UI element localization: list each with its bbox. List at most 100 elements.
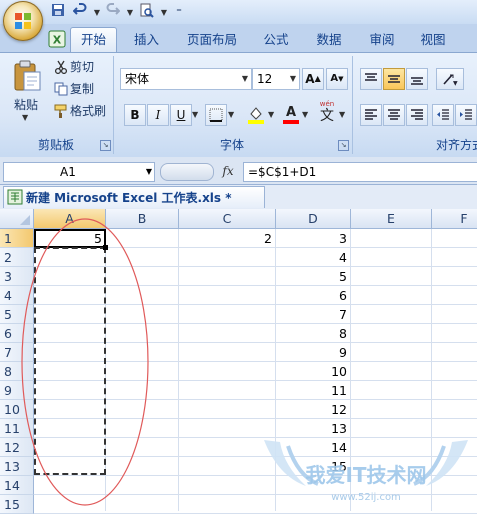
cell-d9[interactable]: 11 xyxy=(276,381,351,400)
decrease-indent-button[interactable] xyxy=(432,104,454,126)
font-group-label: 字体 xyxy=(219,138,244,152)
insert-function-button[interactable]: fx xyxy=(217,161,239,181)
formula-bar-splitter[interactable] xyxy=(160,163,214,181)
workbook-title: 新建 Microsoft Excel 工作表.xls * xyxy=(26,191,232,205)
format-painter-button[interactable]: 格式刷 xyxy=(70,101,106,121)
align-middle-icon xyxy=(388,75,400,83)
formula-input[interactable]: =$C$1+D1 xyxy=(243,162,477,182)
italic-button[interactable]: I xyxy=(147,104,169,126)
font-name-select[interactable]: 宋体 ▼ xyxy=(120,68,252,90)
group-separator xyxy=(352,56,353,154)
align-bottom-icon xyxy=(411,77,423,85)
grow-font-label: A xyxy=(305,72,315,86)
orientation-button[interactable]: ▼ xyxy=(436,68,464,90)
clipboard-group-label: 剪贴板 xyxy=(37,138,74,152)
align-top-icon xyxy=(365,73,377,81)
align-middle-button[interactable] xyxy=(383,68,405,90)
svg-text:X: X xyxy=(53,34,62,47)
tab-review[interactable]: 审阅 xyxy=(360,28,404,52)
chevron-down-icon: ▼ xyxy=(289,74,296,83)
cell-d2[interactable]: 4 xyxy=(276,248,351,267)
tab-page-layout[interactable]: 页面布局 xyxy=(178,28,246,52)
borders-icon xyxy=(209,108,223,122)
format-painter-icon[interactable] xyxy=(54,104,68,118)
font-color-dropdown-icon[interactable]: ▼ xyxy=(302,110,308,119)
clipboard-launcher-icon[interactable]: ↘ xyxy=(100,140,111,151)
column-header-e[interactable]: E xyxy=(351,209,432,229)
redo-icon[interactable] xyxy=(104,3,122,21)
cut-button[interactable]: 剪切 xyxy=(70,57,94,77)
borders-dropdown-icon[interactable]: ▼ xyxy=(228,110,234,119)
phonetic-guide-button[interactable]: wén 文 xyxy=(314,100,340,126)
grow-arrow-icon: ▲ xyxy=(314,74,321,83)
print-preview-icon[interactable] xyxy=(137,3,155,21)
phonetic-dropdown-icon[interactable]: ▼ xyxy=(339,110,345,119)
formula-text: =$C$1+D1 xyxy=(248,165,317,179)
phonetic-pinyin: wén xyxy=(319,100,335,108)
office-button[interactable] xyxy=(3,1,43,41)
shrink-font-button[interactable]: A▼ xyxy=(326,68,348,90)
borders-button[interactable] xyxy=(205,104,227,126)
cell-d3[interactable]: 5 xyxy=(276,267,351,286)
cell-d7[interactable]: 9 xyxy=(276,343,351,362)
fill-color-button[interactable] xyxy=(246,104,268,124)
cell-d4[interactable]: 6 xyxy=(276,286,351,305)
tab-view[interactable]: 视图 xyxy=(411,28,455,52)
cell-c1[interactable]: 2 xyxy=(179,229,276,248)
paste-button[interactable]: 粘贴 xyxy=(14,95,38,115)
underline-button[interactable]: U xyxy=(170,104,192,126)
tab-home[interactable]: 开始 xyxy=(70,27,117,53)
cell-d10[interactable]: 12 xyxy=(276,400,351,419)
align-bottom-button[interactable] xyxy=(406,68,428,90)
watermark-logo: 我爱IT技术网 www.52ij.com xyxy=(264,440,468,503)
bold-button[interactable]: B xyxy=(124,104,146,126)
font-color-button[interactable]: A xyxy=(281,104,301,124)
font-color-swatch xyxy=(283,120,299,124)
font-name-value: 宋体 xyxy=(125,72,150,86)
align-left-button[interactable] xyxy=(360,104,382,126)
shrink-arrow-icon: ▼ xyxy=(338,75,344,83)
paste-icon[interactable] xyxy=(12,60,42,92)
font-launcher-icon[interactable]: ↘ xyxy=(338,140,349,151)
cut-icon[interactable] xyxy=(54,60,68,75)
shrink-font-label: A xyxy=(330,73,339,84)
align-right-button[interactable] xyxy=(406,104,428,126)
column-header-d[interactable]: D xyxy=(276,209,351,229)
increase-indent-button[interactable] xyxy=(455,104,477,126)
column-header-f[interactable]: F xyxy=(432,209,477,229)
svg-text:▼: ▼ xyxy=(453,80,458,86)
underline-dropdown-icon[interactable]: ▼ xyxy=(192,110,198,119)
cell-d5[interactable]: 7 xyxy=(276,305,351,324)
cell-d1[interactable]: 3 xyxy=(276,229,351,248)
customize-quick-access-icon[interactable]: ⁼ xyxy=(170,3,188,21)
office-logo-icon xyxy=(15,13,31,29)
tab-formulas[interactable]: 公式 xyxy=(254,28,298,52)
column-header-c[interactable]: C xyxy=(179,209,276,229)
font-size-select[interactable]: 12 ▼ xyxy=(252,68,300,90)
alignment-group-label: 对齐方式 xyxy=(436,138,477,152)
copy-button[interactable]: 复制 xyxy=(70,79,94,99)
save-icon[interactable] xyxy=(49,3,67,21)
name-box[interactable]: A1 ▼ xyxy=(3,162,155,182)
tab-insert[interactable]: 插入 xyxy=(124,28,169,52)
svg-text:我爱IT技术网: 我爱IT技术网 xyxy=(305,463,426,487)
undo-icon[interactable] xyxy=(71,3,89,21)
phonetic-char: 文 xyxy=(320,108,334,124)
fill-color-icon xyxy=(248,107,264,124)
cell-d6[interactable]: 8 xyxy=(276,324,351,343)
grow-font-button[interactable]: A▲ xyxy=(302,68,324,90)
tab-data[interactable]: 数据 xyxy=(307,28,351,52)
decrease-indent-icon xyxy=(437,109,449,120)
copy-icon[interactable] xyxy=(54,82,68,96)
align-top-button[interactable] xyxy=(360,68,382,90)
align-center-icon xyxy=(388,109,400,120)
svg-text:www.52ij.com: www.52ij.com xyxy=(331,492,401,503)
cell-d8[interactable]: 10 xyxy=(276,362,351,381)
paste-dropdown-icon[interactable]: ▼ xyxy=(22,113,28,122)
name-box-value: A1 xyxy=(60,165,76,179)
align-center-button[interactable] xyxy=(383,104,405,126)
workbook-tab[interactable]: 新建 Microsoft Excel 工作表.xls * xyxy=(3,186,265,208)
annotation-ellipse xyxy=(21,218,149,506)
chevron-down-icon: ▼ xyxy=(241,74,248,83)
fill-color-dropdown-icon[interactable]: ▼ xyxy=(268,110,274,119)
